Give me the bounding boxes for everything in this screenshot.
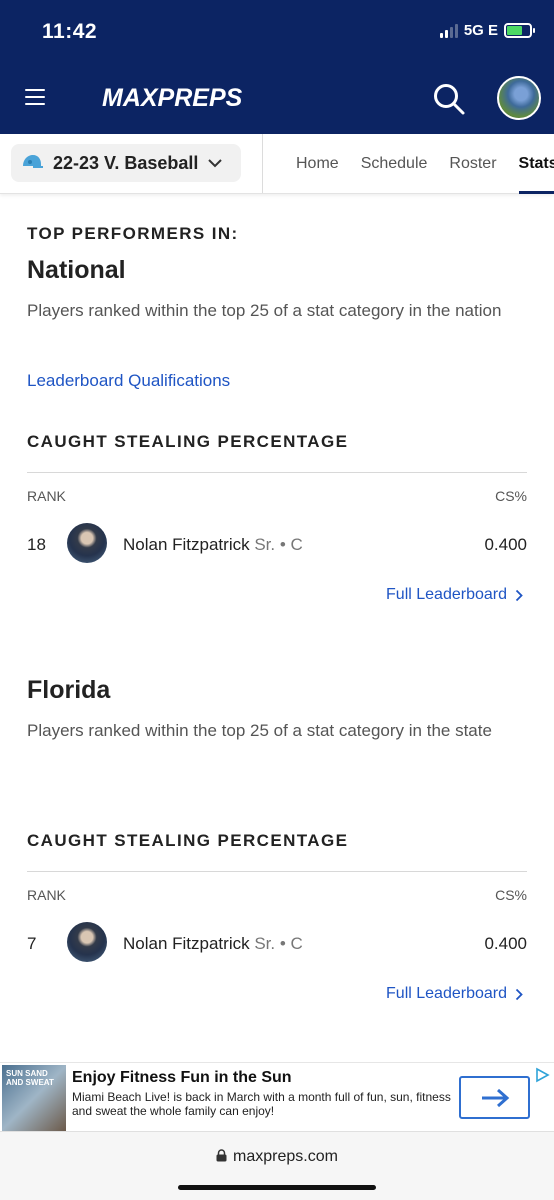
player-name-line[interactable]: Nolan Fitzpatrick Sr. • C bbox=[123, 535, 303, 555]
ad-banner[interactable]: SUN SAND AND SWEAT Enjoy Fitness Fun in … bbox=[0, 1062, 554, 1131]
chevron-right-icon bbox=[515, 988, 523, 1000]
full-leaderboard-link[interactable]: Full Leaderboard bbox=[386, 985, 523, 1003]
rank-column-header: RANK bbox=[27, 887, 66, 903]
rank-column-header: RANK bbox=[27, 488, 66, 504]
team-name: 22-23 V. Baseball bbox=[53, 152, 199, 173]
player-avatar bbox=[67, 523, 107, 563]
url-display[interactable]: maxpreps.com bbox=[0, 1148, 554, 1166]
stat-column-header: CS% bbox=[495, 488, 527, 504]
network-label: 5G E bbox=[463, 22, 498, 39]
ad-body: Miami Beach Live! is back in March with … bbox=[72, 1090, 451, 1118]
lock-icon bbox=[216, 1149, 227, 1162]
player-meta: Sr. • C bbox=[254, 934, 303, 953]
player-name: Nolan Fitzpatrick bbox=[123, 934, 250, 953]
status-time: 11:42 bbox=[42, 20, 98, 43]
app-header: 11:42 5G E MAXPREPS bbox=[0, 0, 554, 134]
rank-value: 7 bbox=[27, 934, 37, 953]
state-heading: Florida bbox=[27, 676, 111, 704]
battery-icon bbox=[504, 23, 535, 38]
chevron-down-icon bbox=[208, 159, 223, 168]
stat-value: 0.400 bbox=[484, 934, 527, 953]
tab-stats[interactable]: Stats bbox=[518, 134, 554, 194]
divider bbox=[27, 472, 527, 473]
tab-schedule[interactable]: Schedule bbox=[361, 134, 428, 194]
chevron-right-icon bbox=[515, 589, 523, 601]
national-description: Players ranked within the top 25 of a st… bbox=[27, 301, 502, 320]
tab-roster[interactable]: Roster bbox=[449, 134, 496, 194]
rank-value: 18 bbox=[27, 535, 46, 554]
player-name: Nolan Fitzpatrick bbox=[123, 535, 250, 554]
ad-title[interactable]: Enjoy Fitness Fun in the Sun bbox=[72, 1069, 292, 1087]
player-avatar bbox=[67, 922, 107, 962]
section-kicker: TOP PERFORMERS IN: bbox=[27, 224, 239, 243]
status-indicators: 5G E bbox=[439, 22, 535, 39]
stat-column-header: CS% bbox=[495, 887, 527, 903]
team-nav-bar: 22-23 V. Baseball Home Schedule Roster S… bbox=[0, 134, 554, 194]
ad-cta-button[interactable] bbox=[459, 1076, 530, 1119]
full-leaderboard-label: Full Leaderboard bbox=[386, 586, 507, 603]
category-title: CAUGHT STEALING PERCENTAGE bbox=[27, 432, 349, 451]
maxpreps-logo[interactable]: MAXPREPS bbox=[102, 80, 242, 118]
hamburger-menu-icon[interactable] bbox=[25, 89, 45, 105]
ad-image[interactable]: SUN SAND AND SWEAT bbox=[2, 1065, 66, 1131]
full-leaderboard-label: Full Leaderboard bbox=[386, 985, 507, 1002]
tab-home[interactable]: Home bbox=[296, 134, 339, 194]
category-title: CAUGHT STEALING PERCENTAGE bbox=[27, 831, 349, 850]
tab-list: Home Schedule Roster Stats bbox=[296, 134, 554, 194]
stat-value: 0.400 bbox=[484, 535, 527, 554]
home-indicator[interactable] bbox=[178, 1185, 376, 1190]
leaderboard-qualifications-link[interactable]: Leaderboard Qualifications bbox=[27, 371, 230, 391]
adchoices-icon[interactable] bbox=[534, 1067, 550, 1083]
player-name-line[interactable]: Nolan Fitzpatrick Sr. • C bbox=[123, 934, 303, 954]
browser-address-bar[interactable]: maxpreps.com bbox=[0, 1131, 554, 1200]
player-meta: Sr. • C bbox=[254, 535, 303, 554]
ad-image-text: SUN SAND AND SWEAT bbox=[6, 1069, 54, 1087]
team-selector[interactable]: 22-23 V. Baseball bbox=[11, 144, 241, 182]
url-text: maxpreps.com bbox=[233, 1148, 338, 1165]
state-description: Players ranked within the top 25 of a st… bbox=[27, 721, 492, 740]
search-icon[interactable] bbox=[432, 82, 466, 116]
national-heading: National bbox=[27, 256, 126, 284]
signal-icon bbox=[439, 23, 458, 38]
logo-text: MAXPREPS bbox=[102, 84, 243, 112]
user-avatar[interactable] bbox=[497, 76, 541, 120]
full-leaderboard-link[interactable]: Full Leaderboard bbox=[386, 586, 523, 604]
divider bbox=[262, 134, 263, 193]
arrow-right-icon bbox=[481, 1088, 509, 1107]
divider bbox=[27, 871, 527, 872]
baseball-helmet-icon bbox=[23, 155, 43, 168]
